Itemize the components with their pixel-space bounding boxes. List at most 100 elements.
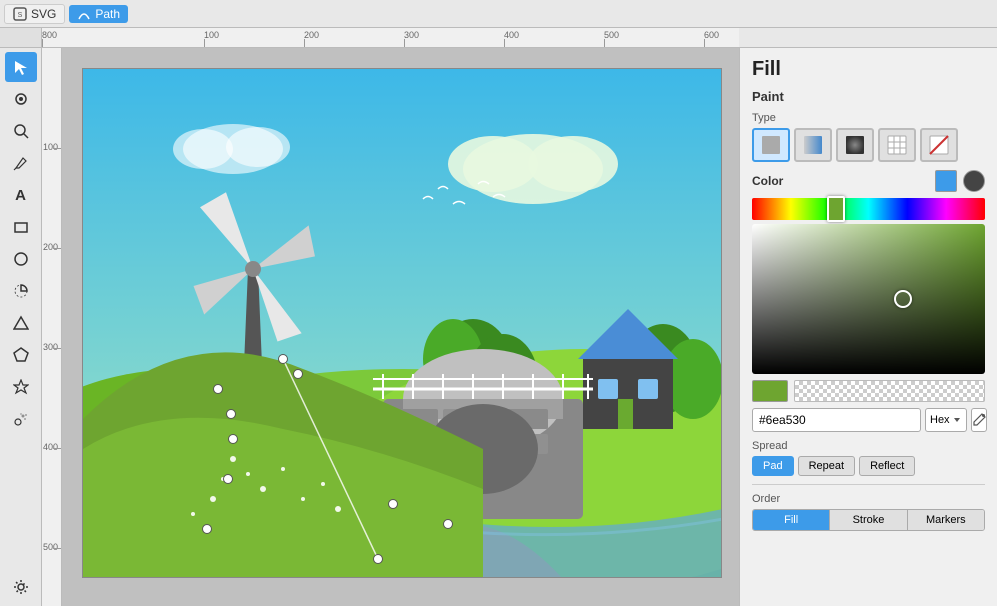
panel-title: Fill (752, 58, 985, 81)
radial-gradient-icon (844, 134, 866, 156)
linear-gradient-btn[interactable] (794, 128, 832, 162)
arc-tool-btn[interactable] (5, 276, 37, 306)
spread-label: Spread (752, 440, 985, 452)
zoom-icon (13, 123, 29, 139)
circle-tool-btn[interactable] (5, 244, 37, 274)
node-6[interactable] (223, 474, 233, 484)
canvas-inner[interactable] (82, 68, 722, 578)
node-8[interactable] (443, 519, 453, 529)
path-icon (77, 7, 91, 21)
selected-color-swatch (752, 380, 788, 402)
node-10[interactable] (373, 554, 383, 564)
svg-icon: S (13, 7, 27, 21)
blue-color-swatch[interactable] (935, 170, 957, 192)
order-label: Order (752, 493, 985, 505)
node-tool-btn[interactable] (5, 84, 37, 114)
paint-types (752, 128, 985, 162)
zoom-tool-btn[interactable] (5, 116, 37, 146)
order-tabs: Fill Stroke Markers (752, 509, 985, 531)
gear-icon (13, 579, 29, 595)
corner-box (0, 28, 42, 48)
star-tool-btn[interactable] (5, 372, 37, 402)
picker-circle[interactable] (894, 290, 912, 308)
polygon-tool-btn[interactable] (5, 340, 37, 370)
swatch-icon (928, 134, 950, 156)
color-picker-area[interactable] (752, 224, 985, 374)
polygon-icon (13, 347, 29, 363)
transparent-bg (794, 380, 985, 402)
spread-reflect-btn[interactable]: Reflect (859, 456, 915, 476)
circle-icon (13, 251, 29, 267)
order-stroke-tab[interactable]: Stroke (830, 510, 907, 530)
hex-input[interactable] (752, 408, 921, 432)
horizontal-ruler: 100200300400500600700800 (42, 28, 739, 48)
spray-icon (13, 411, 29, 427)
selected-color-row (752, 380, 985, 402)
node-5[interactable] (228, 434, 238, 444)
node-9[interactable] (202, 524, 212, 534)
green-marker[interactable] (827, 196, 845, 222)
spread-pad-btn[interactable]: Pad (752, 456, 794, 476)
divider (752, 484, 985, 485)
svg-text:S: S (18, 12, 23, 19)
order-markers-tab[interactable]: Markers (908, 510, 984, 530)
right-panel: Fill Paint Type (739, 48, 997, 606)
dark-color-swatch[interactable] (963, 170, 985, 192)
main-area: A (0, 48, 997, 606)
top-bar: S SVG Path (0, 0, 997, 28)
pen-tool-btn[interactable] (5, 148, 37, 178)
rect-tool-btn[interactable] (5, 212, 37, 242)
path-label: Path (95, 7, 120, 21)
arrow-icon (13, 59, 29, 75)
canvas-area[interactable] (62, 48, 739, 606)
text-tool-btn[interactable]: A (5, 180, 37, 210)
linear-gradient-icon (802, 134, 824, 156)
node-icon (13, 91, 29, 107)
svg-label: SVG (31, 7, 56, 21)
paint-section-label: Paint (752, 89, 985, 104)
spectrum-bar[interactable] (752, 198, 985, 220)
chevron-down-icon (952, 415, 962, 425)
hex-mode-label: Hex (930, 414, 950, 426)
arc-icon (13, 283, 29, 299)
node-4[interactable] (226, 409, 236, 419)
triangle-icon (13, 315, 29, 331)
node-2[interactable] (293, 369, 303, 379)
color-label: Color (752, 174, 929, 188)
path-breadcrumb[interactable]: Path (69, 5, 128, 23)
hex-row: Hex (752, 408, 985, 432)
illustration-svg (83, 69, 722, 578)
ruler-row: 100200300400500600700800 (0, 28, 997, 48)
svg-breadcrumb[interactable]: S SVG (4, 4, 65, 24)
pattern-btn[interactable] (878, 128, 916, 162)
swatch-btn[interactable] (920, 128, 958, 162)
hex-mode-select[interactable]: Hex (925, 408, 967, 432)
order-fill-tab[interactable]: Fill (753, 510, 830, 530)
rect-icon (13, 219, 29, 235)
pattern-icon (886, 134, 908, 156)
color-row: Color (752, 170, 985, 192)
spread-row: Pad Repeat Reflect (752, 456, 985, 476)
left-toolbar: A (0, 48, 42, 606)
star-icon (13, 379, 29, 395)
node-7[interactable] (388, 499, 398, 509)
node-3[interactable] (213, 384, 223, 394)
canvas-wrapper: 100200300400500600 (42, 48, 739, 606)
ruler-spacer (739, 28, 997, 48)
spread-repeat-btn[interactable]: Repeat (798, 456, 855, 476)
type-label: Type (752, 112, 985, 124)
spectrum-gradient[interactable] (752, 198, 985, 220)
ruler-ticks (42, 28, 739, 47)
flat-color-btn[interactable] (752, 128, 790, 162)
select-tool-btn[interactable] (5, 52, 37, 82)
eyedropper-icon (972, 413, 986, 427)
triangle-tool-btn[interactable] (5, 308, 37, 338)
flat-color-icon (760, 134, 782, 156)
spray-tool-btn[interactable] (5, 404, 37, 434)
pen-icon (13, 155, 29, 171)
node-1[interactable] (278, 354, 288, 364)
vertical-ruler: 100200300400500600 (42, 48, 62, 606)
settings-tool-btn[interactable] (5, 572, 37, 602)
eyedropper-btn[interactable] (971, 408, 987, 432)
radial-gradient-btn[interactable] (836, 128, 874, 162)
